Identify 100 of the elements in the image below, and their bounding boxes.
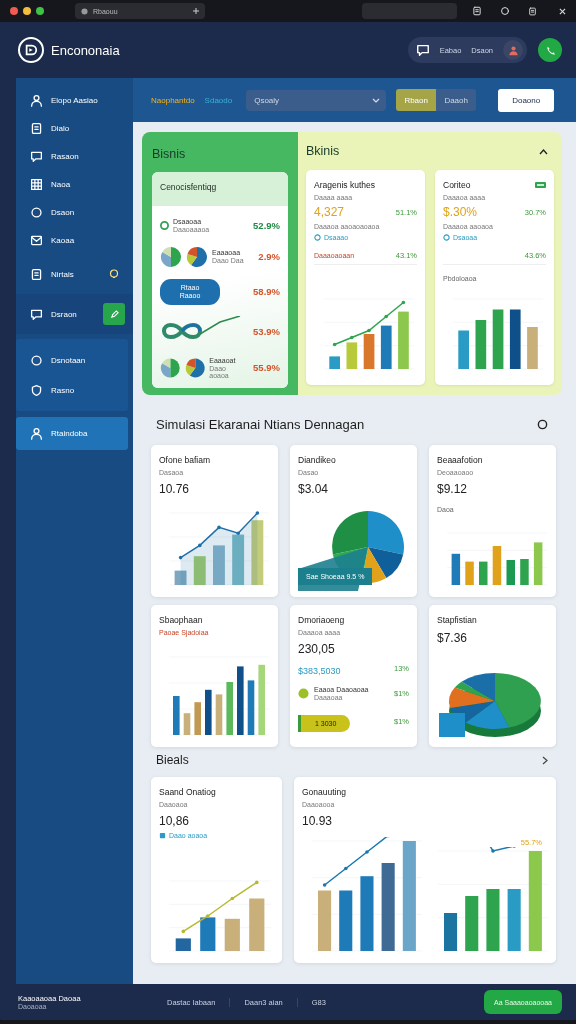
data-point bbox=[206, 914, 210, 918]
person-icon bbox=[30, 427, 43, 440]
pie-chart-icon bbox=[186, 245, 208, 268]
bar bbox=[213, 545, 225, 585]
sidebar-item[interactable]: Dsnotaan bbox=[16, 345, 128, 375]
bar bbox=[465, 896, 479, 951]
toolbar-tab[interactable]: Naophantdo bbox=[151, 95, 195, 105]
bulb-icon bbox=[109, 269, 119, 279]
bar bbox=[458, 330, 469, 369]
bar bbox=[444, 913, 458, 951]
phone-icon bbox=[544, 44, 556, 56]
chat-icon bbox=[30, 149, 43, 163]
circle-icon bbox=[30, 205, 43, 219]
sidebar-item[interactable]: Dialo bbox=[16, 114, 133, 142]
plus-icon[interactable] bbox=[193, 8, 199, 14]
data-point bbox=[198, 543, 202, 548]
maximize-window-button[interactable] bbox=[36, 7, 44, 15]
trend-line bbox=[333, 301, 405, 346]
card-header: Cenocisfentiqg bbox=[152, 172, 288, 206]
card-value: 230,05 bbox=[298, 642, 336, 656]
card-value: 10.76 bbox=[159, 482, 191, 496]
bar bbox=[509, 309, 521, 369]
data-point bbox=[344, 866, 348, 871]
card-value: $9.12 bbox=[437, 482, 469, 496]
circle-icon bbox=[30, 353, 43, 367]
circle-icon[interactable] bbox=[537, 418, 548, 430]
sidebar-item[interactable]: Rasaon bbox=[16, 142, 133, 170]
sidebar-item[interactable]: Eiopo Aasiao bbox=[16, 86, 133, 114]
bar bbox=[173, 696, 180, 735]
card-title: Stapfistian bbox=[437, 615, 478, 625]
data-point bbox=[230, 896, 235, 901]
data-point bbox=[178, 555, 183, 560]
chevron-right-icon[interactable] bbox=[542, 755, 548, 765]
sidebar-item[interactable]: Rasno bbox=[16, 375, 128, 405]
bar bbox=[224, 918, 240, 951]
bar bbox=[339, 890, 353, 951]
bar bbox=[486, 889, 500, 951]
data-point bbox=[367, 328, 371, 333]
card-title: Saand Onatiog bbox=[159, 787, 217, 797]
legend-icon bbox=[159, 832, 166, 839]
close-icon[interactable] bbox=[559, 7, 566, 15]
segment-button[interactable]: Daaoh bbox=[436, 89, 477, 111]
card-title: Diandikeo bbox=[298, 455, 337, 465]
close-window-button[interactable] bbox=[10, 7, 18, 15]
bar bbox=[507, 889, 521, 951]
sidebar-item[interactable]: Rtaindoba bbox=[16, 417, 128, 450]
bar bbox=[346, 342, 358, 369]
bar bbox=[533, 542, 543, 585]
data-point bbox=[255, 880, 259, 885]
bar bbox=[226, 682, 233, 735]
data-point bbox=[181, 929, 186, 934]
bar bbox=[232, 534, 245, 585]
primary-button[interactable]: Doaono bbox=[498, 88, 555, 112]
sidebar-item[interactable]: Dsraon bbox=[16, 294, 133, 334]
highlight-value: $383,5030 bbox=[298, 666, 341, 676]
person-icon bbox=[30, 93, 43, 107]
metric-value: $.30% bbox=[443, 205, 478, 219]
panel-title: Bisnis bbox=[152, 147, 186, 161]
bar bbox=[506, 560, 515, 585]
avatar[interactable] bbox=[503, 40, 523, 60]
section-title: Bieals bbox=[156, 753, 189, 767]
shield-icon bbox=[30, 383, 43, 397]
metric-value: 4,327 bbox=[314, 205, 345, 219]
panel-title: Bkinis bbox=[306, 144, 340, 158]
card-title: Coriteo bbox=[443, 180, 471, 190]
copy-icon bbox=[528, 6, 537, 16]
chat-icon bbox=[30, 307, 43, 321]
data-point bbox=[365, 850, 369, 854]
sidebar-item[interactable]: Dsaon bbox=[16, 198, 133, 226]
edit-button[interactable] bbox=[103, 303, 125, 325]
chevron-up-icon[interactable] bbox=[539, 147, 548, 155]
bar bbox=[380, 325, 392, 369]
pencil-icon bbox=[109, 309, 119, 319]
app-logo bbox=[18, 37, 44, 63]
bar bbox=[398, 311, 409, 369]
data-point bbox=[217, 525, 221, 530]
card-value: $3.04 bbox=[298, 482, 330, 496]
card-title: Aragenis kuthes bbox=[314, 180, 375, 190]
percent-value: 55.9% bbox=[253, 362, 280, 374]
bar bbox=[193, 556, 206, 585]
sidebar-item[interactable]: Nirtais bbox=[16, 256, 133, 292]
percent-value: 53.9% bbox=[253, 325, 280, 337]
bar bbox=[200, 917, 216, 951]
data-point bbox=[255, 511, 260, 515]
select-dropdown[interactable]: Qsoaly bbox=[246, 89, 387, 111]
sidebar-item[interactable]: Naoa bbox=[16, 170, 133, 198]
data-point bbox=[491, 849, 495, 853]
card-title: Ofone bafiam bbox=[159, 455, 212, 465]
sidebar-item[interactable]: Kaoaa bbox=[16, 226, 133, 254]
bar bbox=[251, 520, 264, 585]
bar bbox=[205, 689, 212, 735]
card-title: Beaaafotion bbox=[437, 455, 484, 465]
pie-slice bbox=[368, 547, 404, 578]
info-icon bbox=[443, 234, 450, 241]
call-button[interactable] bbox=[538, 38, 562, 62]
document-icon bbox=[30, 267, 43, 281]
card-title: Dmoriaoeng bbox=[298, 615, 346, 625]
minimize-window-button[interactable] bbox=[23, 7, 31, 15]
bar bbox=[183, 713, 191, 735]
bar bbox=[520, 559, 529, 585]
